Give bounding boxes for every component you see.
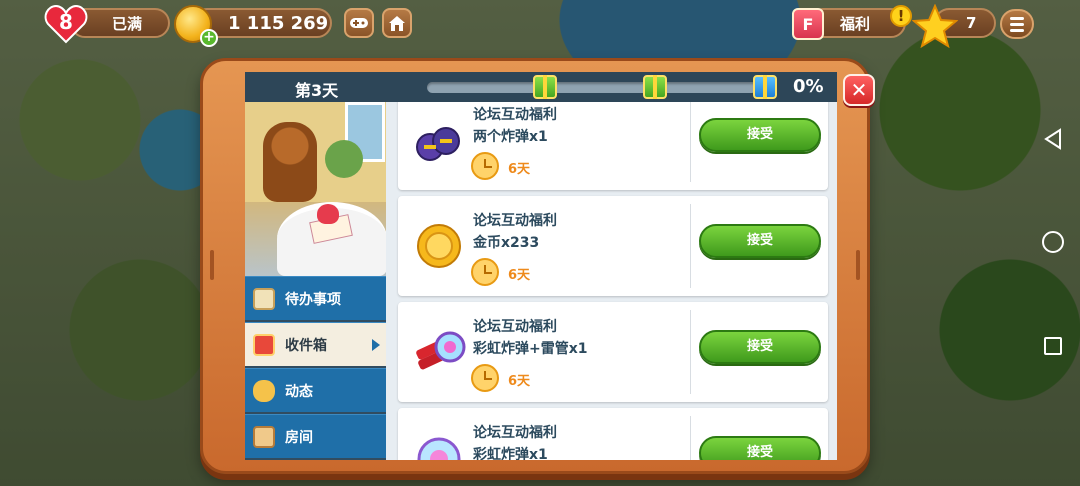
item-reward: 金币x233 bbox=[473, 235, 540, 251]
tab-todo-label: 待办事项 bbox=[285, 291, 341, 308]
gift-flag-icon: F bbox=[792, 8, 824, 40]
item-title: 论坛互动福利 bbox=[473, 425, 557, 441]
tablet-notch-right bbox=[856, 250, 860, 280]
day-progress-bar bbox=[427, 82, 757, 93]
item-reward: 两个炸弹x1 bbox=[473, 129, 548, 145]
rainbow-bomb-icon bbox=[417, 437, 461, 460]
accept-button[interactable]: 接受 bbox=[699, 330, 821, 364]
add-coins-button[interactable]: + bbox=[200, 29, 218, 47]
back-nav-icon[interactable] bbox=[1042, 128, 1064, 150]
house-button[interactable] bbox=[382, 8, 412, 38]
divider bbox=[690, 310, 691, 394]
item-reward: 彩虹炸弹x1 bbox=[473, 447, 548, 460]
accept-button[interactable]: 接受 bbox=[699, 436, 821, 460]
day-progress-header: 第3天 0% bbox=[245, 72, 837, 102]
coin-icon bbox=[417, 224, 461, 268]
milestone-gift-icon[interactable] bbox=[533, 75, 557, 99]
item-title: 论坛互动福利 bbox=[473, 107, 557, 123]
item-expiry: 6天 bbox=[508, 374, 531, 389]
envelope-icon bbox=[253, 333, 275, 356]
item-expiry: 6天 bbox=[508, 268, 531, 283]
item-title: 论坛互动福利 bbox=[473, 213, 557, 229]
divider bbox=[690, 204, 691, 288]
tab-feed-label: 动态 bbox=[285, 383, 313, 400]
rainbow-dynamite-icon bbox=[416, 331, 466, 370]
lives-count: 8 bbox=[59, 10, 73, 34]
tab-feed[interactable]: 动态 bbox=[245, 368, 386, 412]
gift-flag-char: F bbox=[802, 14, 814, 34]
divider bbox=[690, 416, 691, 460]
tablet-notch-left bbox=[210, 250, 214, 280]
main-menu-button[interactable] bbox=[1000, 9, 1034, 39]
home-nav-icon[interactable] bbox=[1042, 231, 1064, 253]
tab-todo[interactable]: 待办事项 bbox=[245, 276, 386, 320]
final-gift-icon[interactable] bbox=[753, 75, 777, 99]
recents-nav-icon[interactable] bbox=[1044, 337, 1062, 355]
day-label: 第3天 bbox=[295, 81, 339, 100]
chat-icon bbox=[253, 379, 275, 402]
progress-percent: 0% bbox=[793, 76, 824, 97]
stars-count: 7 bbox=[966, 14, 977, 32]
inbox-item: 论坛互动福利 金币x233 6天 接受 bbox=[398, 196, 828, 296]
tab-room-label: 房间 bbox=[285, 429, 313, 446]
checklist-icon bbox=[253, 287, 275, 310]
milestone-gift-icon[interactable] bbox=[643, 75, 667, 99]
accept-button[interactable]: 接受 bbox=[699, 224, 821, 258]
accept-button[interactable]: 接受 bbox=[699, 118, 821, 152]
star-icon bbox=[912, 4, 958, 48]
bomb-icon bbox=[416, 127, 460, 161]
item-expiry: 6天 bbox=[508, 162, 531, 177]
coin-count: 1 115 269 bbox=[228, 12, 329, 34]
item-reward: 彩虹炸弹+雷管x1 bbox=[473, 341, 588, 357]
lives-status: 已满 bbox=[112, 14, 143, 33]
gamepad-icon bbox=[350, 18, 368, 28]
clock-icon bbox=[471, 152, 499, 180]
active-tab-arrow-icon bbox=[372, 338, 380, 351]
item-title: 论坛互动福利 bbox=[473, 319, 557, 335]
alert-badge: ! bbox=[890, 5, 912, 27]
gamepad-button[interactable] bbox=[344, 8, 374, 38]
tab-room[interactable]: 房间 bbox=[245, 414, 386, 458]
tablet-screen: 第3天 0% 待办事项 收件箱 动态 房间 论坛互动福利 两个炸弹x1 6天 接… bbox=[245, 72, 837, 460]
dog-scene-illustration bbox=[245, 102, 386, 276]
inbox-item: 论坛互动福利 两个炸弹x1 6天 接受 bbox=[398, 102, 828, 190]
inbox-list[interactable]: 论坛互动福利 两个炸弹x1 6天 接受 论坛互动福利 金币x233 6天 接受 bbox=[386, 102, 837, 460]
gift-label: 福利 bbox=[840, 14, 871, 33]
side-panel: 待办事项 收件箱 动态 房间 bbox=[245, 102, 386, 460]
alert-char: ! bbox=[897, 7, 905, 25]
house-icon bbox=[389, 16, 405, 31]
close-button[interactable]: ✕ bbox=[843, 74, 875, 106]
house-icon bbox=[253, 425, 275, 448]
tab-inbox[interactable]: 收件箱 bbox=[245, 322, 386, 366]
clock-icon bbox=[471, 364, 499, 392]
clock-icon bbox=[471, 258, 499, 286]
close-icon: ✕ bbox=[850, 78, 868, 102]
inbox-item: 论坛互动福利 彩虹炸弹x1 接受 bbox=[398, 408, 828, 460]
divider bbox=[690, 102, 691, 182]
tab-inbox-label: 收件箱 bbox=[285, 337, 327, 354]
inbox-item: 论坛互动福利 彩虹炸弹+雷管x1 6天 接受 bbox=[398, 302, 828, 402]
